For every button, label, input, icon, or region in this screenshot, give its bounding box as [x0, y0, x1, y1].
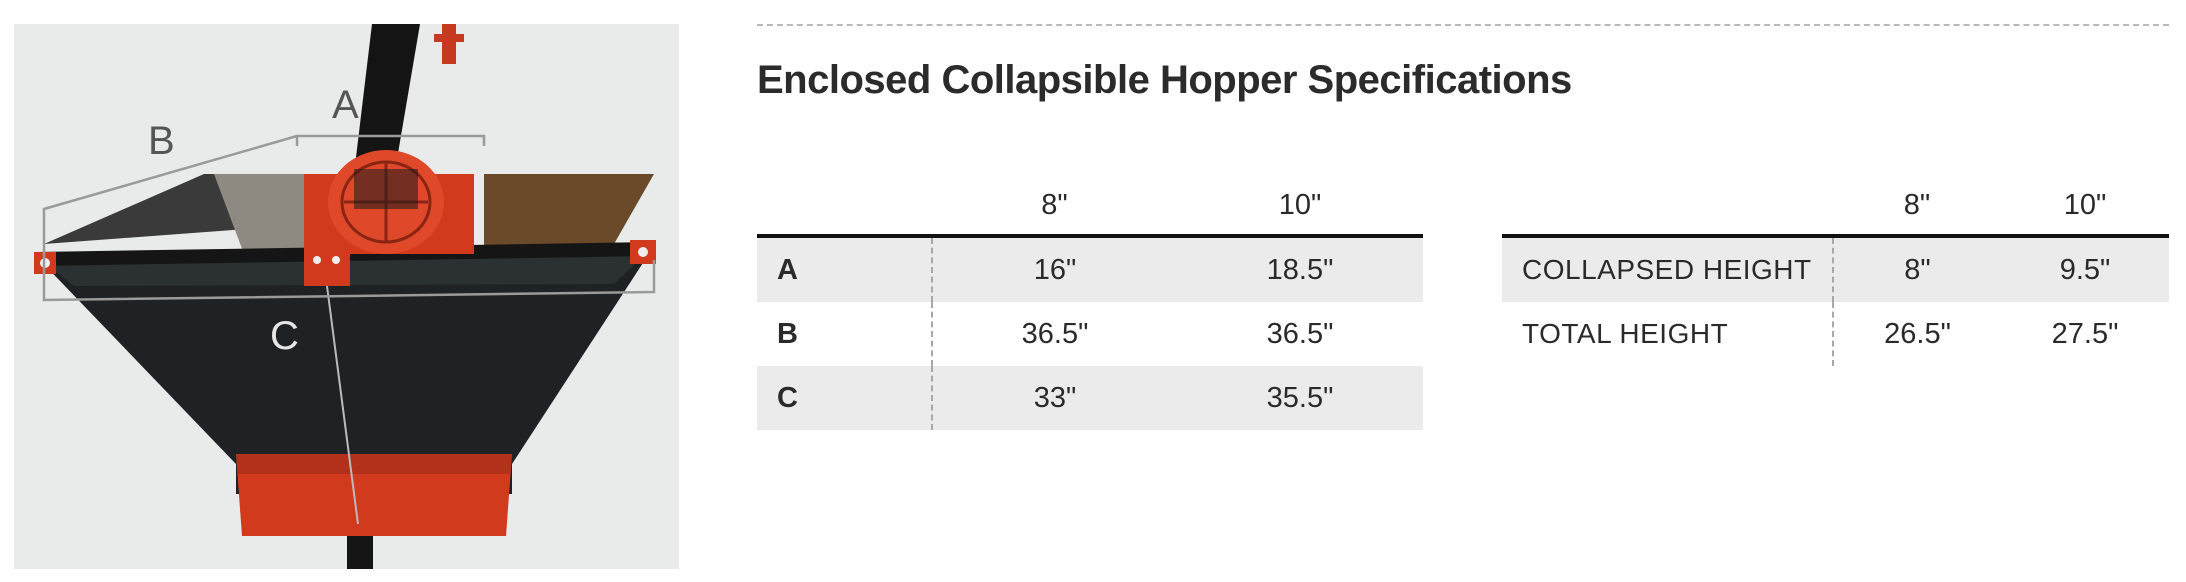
dimensions-table: 8" 10" A 16" 18.5" B 36.5" 36.5" C 33" 3…: [757, 176, 1423, 430]
table-row: B 36.5" 36.5": [757, 302, 1423, 366]
header-8in: 8": [1903, 188, 1931, 221]
row-label: A: [757, 236, 933, 302]
header-8in: 8": [1041, 188, 1068, 221]
cell-10in: 18.5": [1266, 253, 1334, 286]
cell-10in: 35.5": [1266, 381, 1334, 414]
cell-8in: 36.5": [1021, 317, 1089, 350]
table-row: C 33" 35.5": [757, 366, 1423, 430]
dimension-label-a: A: [332, 83, 359, 127]
table-header-row: 8" 10": [1502, 176, 2169, 236]
dimension-label-b: B: [148, 119, 175, 163]
cell-8in: 33": [1033, 381, 1077, 414]
header-10in: 10": [1278, 188, 1322, 221]
cell-8in: 8": [1904, 253, 1931, 286]
page-title: Enclosed Collapsible Hopper Specificatio…: [757, 58, 1572, 102]
row-label: C: [757, 366, 933, 430]
cell-10in: 9.5": [2059, 253, 2111, 286]
row-label: COLLAPSED HEIGHT: [1502, 236, 1834, 302]
header-10in: 10": [2063, 188, 2107, 221]
header-blank: [757, 176, 932, 236]
cell-8in: 26.5": [1884, 317, 1951, 350]
dashed-divider: [757, 24, 2169, 26]
dimension-label-c: C: [270, 314, 299, 358]
hopper-photo: A B C: [14, 24, 679, 569]
height-table: 8" 10" COLLAPSED HEIGHT 8" 9.5" TOTAL HE…: [1502, 176, 2169, 366]
table-row: COLLAPSED HEIGHT 8" 9.5": [1502, 236, 2169, 302]
row-label: TOTAL HEIGHT: [1502, 302, 1834, 366]
hopper-illustration: A B C: [34, 24, 656, 569]
table-header-row: 8" 10": [757, 176, 1423, 236]
cell-10in: 27.5": [2051, 317, 2119, 350]
cell-8in: 16": [1033, 253, 1077, 286]
header-blank: [1502, 176, 1833, 236]
table-row: TOTAL HEIGHT 26.5" 27.5": [1502, 302, 2169, 366]
table-row: A 16" 18.5": [757, 236, 1423, 302]
cell-10in: 36.5": [1266, 317, 1334, 350]
row-label: B: [757, 302, 933, 366]
